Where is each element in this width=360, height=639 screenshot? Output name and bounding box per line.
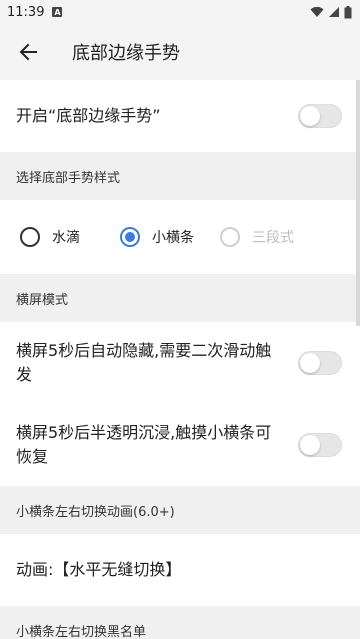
animation-row[interactable]: 动画:【水平无缝切换】	[0, 534, 360, 606]
battery-icon	[344, 5, 352, 18]
scrollbar[interactable]	[356, 80, 360, 326]
screen: 11:39 A 底部边缘手势 开启“底部边缘手势” 选择底部手势样式 水滴 小横…	[0, 0, 360, 639]
section-header-style: 选择底部手势样式	[0, 152, 360, 200]
section-header-landscape: 横屏模式	[0, 274, 360, 322]
radio-three-segment-circle[interactable]	[220, 227, 240, 247]
radio-three-segment-label: 三段式	[252, 230, 294, 246]
radio-option-drop[interactable]: 水滴	[20, 227, 120, 247]
section-header-blacklist: 小横条左右切换黑名单	[0, 606, 360, 639]
toggle-knob	[300, 435, 320, 455]
landscape-autohide-toggle[interactable]	[298, 351, 342, 375]
section-header-animation: 小横条左右切换动画(6.0+)	[0, 486, 360, 534]
page-title: 底部边缘手势	[72, 43, 180, 64]
status-bar: 11:39 A	[0, 0, 360, 24]
status-left: 11:39 A	[7, 4, 63, 20]
radio-drop-circle[interactable]	[20, 227, 40, 247]
enable-gesture-row[interactable]: 开启“底部边缘手势”	[0, 80, 360, 152]
notification-a-icon: A	[52, 7, 63, 17]
radio-option-bar[interactable]: 小横条	[120, 227, 220, 247]
landscape-translucent-row[interactable]: 横屏5秒后半透明沉浸,触摸小横条可恢复	[0, 404, 360, 486]
landscape-autohide-label: 横屏5秒后自动隐藏,需要二次滑动触发	[16, 341, 272, 384]
enable-gesture-label: 开启“底部边缘手势”	[16, 106, 161, 125]
toggle-knob	[300, 353, 320, 373]
landscape-autohide-row[interactable]: 横屏5秒后自动隐藏,需要二次滑动触发	[0, 322, 360, 404]
radio-bar-circle[interactable]	[120, 227, 140, 247]
style-radio-group: 水滴 小横条 三段式	[0, 200, 360, 274]
arrow-back-icon	[19, 43, 37, 61]
radio-bar-label: 小横条	[152, 230, 194, 246]
toggle-knob	[300, 106, 320, 126]
signal-icon	[329, 7, 339, 17]
radio-drop-label: 水滴	[52, 230, 80, 246]
landscape-translucent-toggle[interactable]	[298, 433, 342, 457]
enable-gesture-toggle[interactable]	[298, 104, 342, 128]
wifi-icon	[310, 6, 324, 17]
status-right	[310, 5, 352, 19]
back-button[interactable]	[0, 24, 56, 80]
landscape-translucent-label: 横屏5秒后半透明沉浸,触摸小横条可恢复	[16, 423, 272, 466]
radio-option-three-segment[interactable]: 三段式	[220, 227, 320, 247]
status-time: 11:39	[7, 4, 45, 20]
toolbar: 底部边缘手势	[0, 24, 360, 80]
animation-label: 动画:【水平无缝切换】	[16, 560, 182, 579]
